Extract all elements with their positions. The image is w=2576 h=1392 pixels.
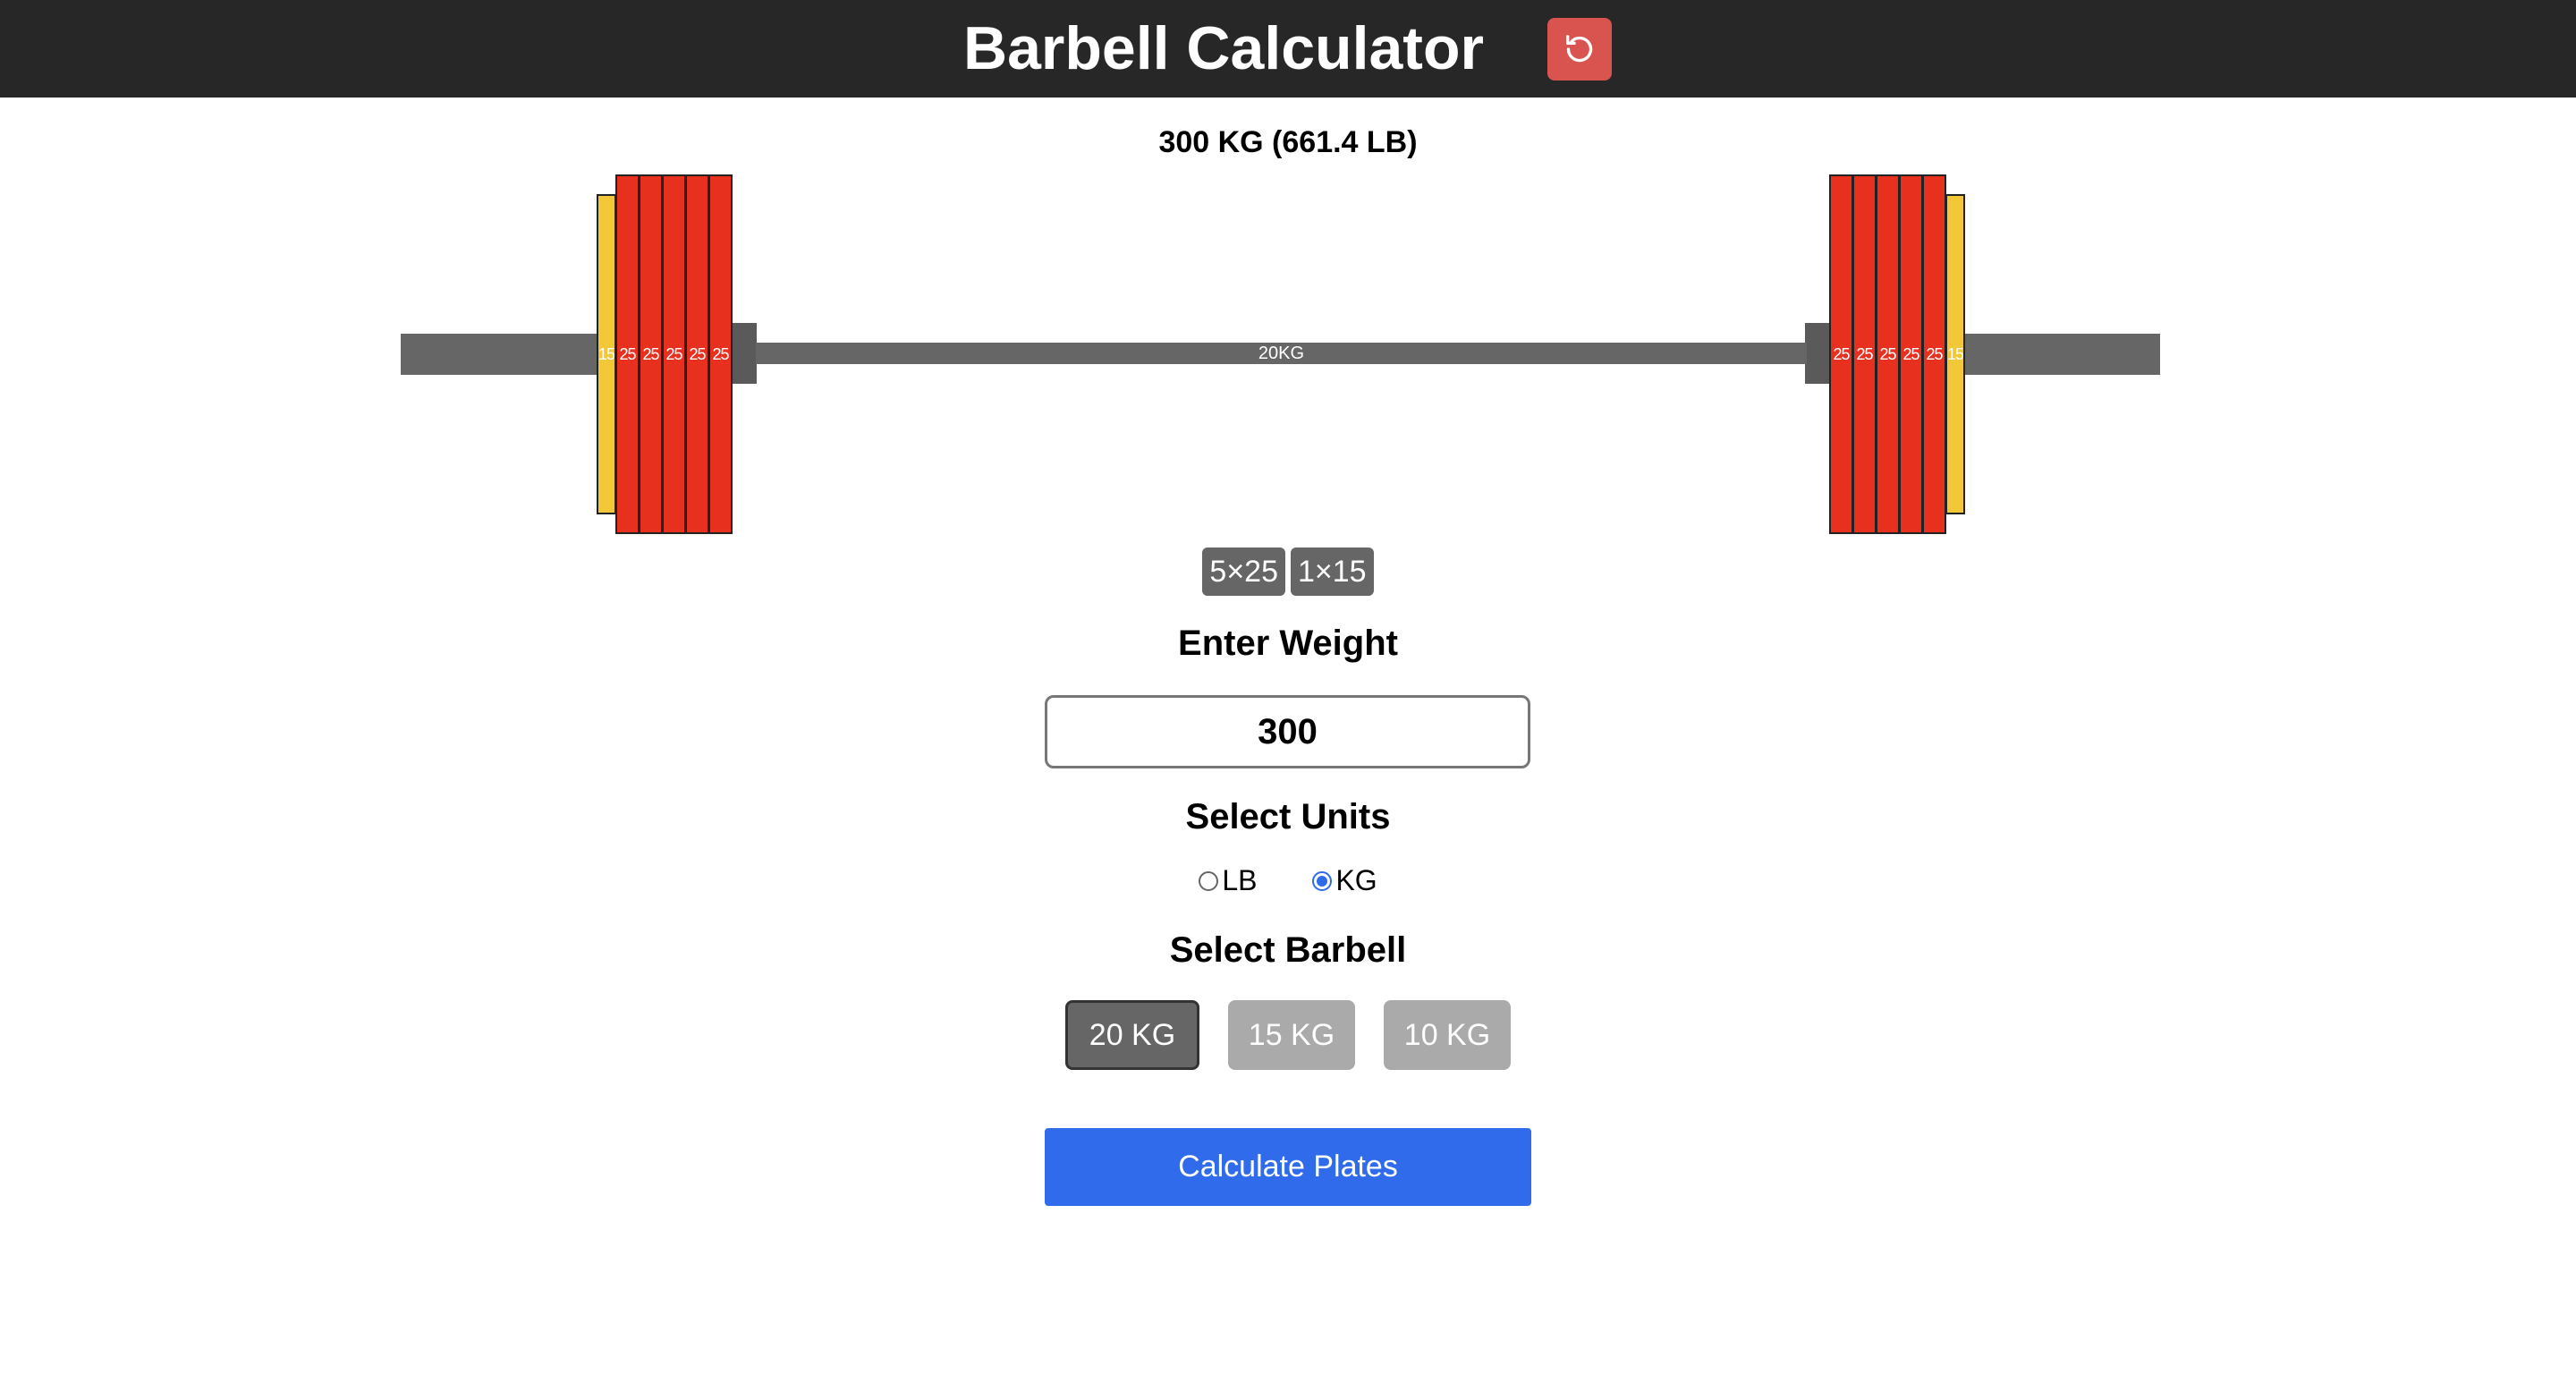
plate-left-25: 25 [685,174,709,534]
bar-shaft: 20KG [756,343,1807,364]
barbell-visual: 20KG 15 25 25 25 25 25 25 25 25 25 25 15 [0,0,2576,555]
unit-label-lb: LB [1222,864,1258,896]
plate-right-25: 25 [1899,174,1923,534]
unit-label-kg: KG [1335,864,1377,896]
plate-left-25: 25 [708,174,733,534]
units-radio-group: LB KG [0,864,2576,897]
left-sleeve [401,334,597,375]
plate-count-chip: 1×15 [1291,547,1374,596]
plate-right-25: 25 [1829,174,1853,534]
lb-radio[interactable] [1199,870,1219,891]
enter-weight-heading: Enter Weight [1178,624,1398,663]
plate-left-15: 15 [597,194,616,514]
barbell-options: 20 KG 15 KG 10 KG [0,1000,2576,1070]
left-collar [732,323,757,384]
plate-right-15: 15 [1945,194,1965,514]
bar-weight-label: 20KG [1258,344,1305,363]
plate-right-25: 25 [1852,174,1877,534]
weight-input[interactable] [1045,695,1530,768]
plate-left-25: 25 [615,174,640,534]
plate-right-25: 25 [1876,174,1900,534]
plate-summary: 5×25 1×15 [0,547,2576,596]
unit-option-kg[interactable]: KG [1312,864,1377,897]
select-barbell-heading: Select Barbell [1169,930,1407,970]
barbell-20kg-button[interactable]: 20 KG [1065,1000,1199,1070]
plate-count-chip: 5×25 [1202,547,1285,596]
page: Barbell Calculator 300 KG (661.4 LB) 20K… [0,0,2576,1392]
right-sleeve [1963,334,2160,375]
kg-radio[interactable] [1312,870,1333,891]
barbell-15kg-button[interactable]: 15 KG [1228,1000,1355,1070]
plate-left-25: 25 [662,174,686,534]
select-units-heading: Select Units [1185,797,1391,836]
barbell-10kg-button[interactable]: 10 KG [1384,1000,1511,1070]
unit-option-lb[interactable]: LB [1199,864,1257,897]
plate-left-25: 25 [639,174,663,534]
right-collar [1805,323,1830,384]
calculate-plates-button[interactable]: Calculate Plates [1045,1128,1531,1206]
plate-right-25: 25 [1922,174,1946,534]
